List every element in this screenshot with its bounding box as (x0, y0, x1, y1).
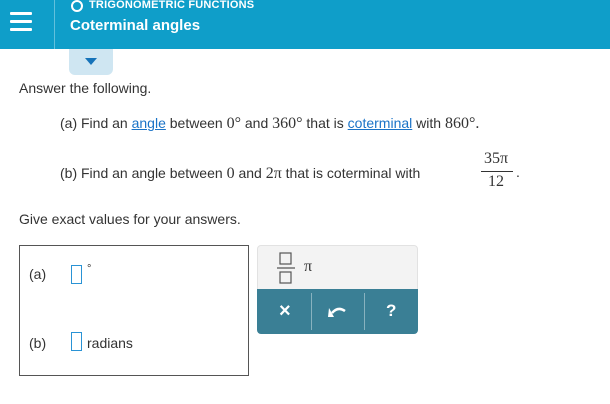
coterminal-link[interactable]: coterminal (348, 115, 413, 131)
fraction-numerator: 35π (483, 150, 509, 167)
math-keypad: π × ? (257, 245, 418, 334)
answer-a-input[interactable] (71, 265, 82, 284)
clear-button[interactable]: × (257, 289, 311, 334)
part-a-question: (a) Find an angle between 0° and 360° th… (60, 115, 479, 133)
fraction-denominator: 12 (488, 173, 504, 190)
part-b-2pi: 2π (265, 165, 282, 182)
part-a-prefix: (a) Find an (60, 115, 128, 131)
menu-icon-line (10, 20, 32, 23)
part-a-between: between (169, 115, 223, 131)
part-a-that-is: that is (306, 115, 344, 131)
part-b-text: (b) Find an angle between (60, 165, 223, 181)
menu-icon-line (10, 12, 32, 15)
header-bar: TRIGONOMETRIC FUNCTIONS Coterminal angle… (0, 0, 610, 49)
part-b-text2: that is coterminal with (285, 165, 421, 181)
pi-key-label: π (304, 258, 313, 275)
angle-link[interactable]: angle (132, 115, 166, 131)
fraction-key[interactable] (274, 250, 298, 286)
fraction-bar (481, 171, 513, 172)
header-divider (54, 0, 55, 49)
part-a-and: and (244, 115, 269, 131)
part-a-with: with (416, 115, 442, 131)
keypad-top-row: π (257, 245, 418, 290)
part-a-val2: 360° (272, 115, 303, 132)
answer-a-label: (a) (29, 266, 47, 282)
help-button[interactable]: ? (365, 289, 418, 334)
part-a-val1: 0° (226, 115, 241, 132)
intro-text: Answer the following. (19, 80, 152, 96)
answer-a-unit: ° (87, 263, 92, 275)
part-b-and: and (238, 165, 262, 181)
page-title: Coterminal angles (70, 17, 201, 34)
fraction-period: . (516, 164, 520, 180)
topic-label: TRIGONOMETRIC FUNCTIONS (89, 0, 255, 11)
answer-b-label: (b) (29, 335, 47, 351)
answer-b-unit: radians (87, 335, 133, 351)
undo-button[interactable] (312, 289, 364, 334)
expand-header-button[interactable] (69, 49, 113, 75)
instruction-text: Give exact values for your answers. (19, 211, 241, 227)
help-icon: ? (386, 301, 397, 320)
keypad-action-row: × ? (257, 289, 418, 334)
part-a-val3: 860°. (444, 115, 480, 132)
pi-key[interactable]: π (304, 258, 324, 280)
answer-panel: (a) ° (b) radians (19, 245, 249, 376)
answer-b-input[interactable] (71, 332, 82, 351)
part-b-zero: 0 (226, 165, 235, 182)
chevron-down-icon (85, 58, 97, 65)
menu-button[interactable] (0, 0, 46, 49)
topic-status-icon (71, 0, 83, 12)
undo-icon (328, 307, 346, 317)
fraction-icon (277, 252, 295, 284)
part-b-question: (b) Find an angle between 0 and 2π that … (60, 165, 420, 183)
menu-icon-line (10, 28, 32, 31)
clear-icon: × (279, 300, 291, 322)
